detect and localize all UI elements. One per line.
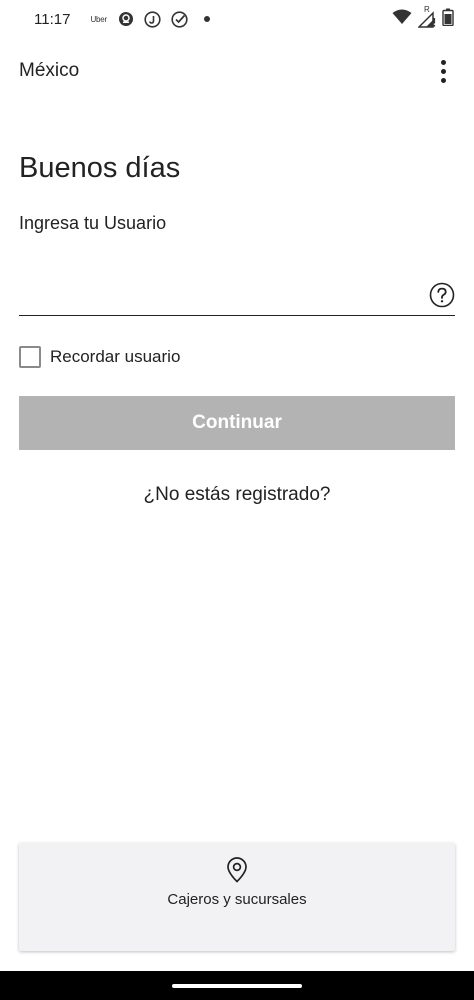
dot-icon bbox=[198, 10, 216, 28]
j-icon bbox=[144, 10, 162, 28]
atm-branches-label: Cajeros y sucursales bbox=[167, 891, 307, 908]
app-bar: México bbox=[0, 46, 474, 96]
signal-badge: R bbox=[424, 5, 430, 14]
user-input[interactable] bbox=[19, 270, 419, 314]
register-link[interactable]: ¿No estás registrado? bbox=[0, 484, 474, 506]
atm-branches-card[interactable]: Cajeros y sucursales bbox=[19, 843, 455, 951]
battery-icon bbox=[442, 8, 454, 31]
uber-label: Uber bbox=[90, 14, 107, 24]
signal-icon: R bbox=[417, 5, 436, 28]
user-field bbox=[19, 270, 455, 316]
remember-user-row[interactable]: Recordar usuario bbox=[19, 345, 180, 369]
help-circle-icon[interactable] bbox=[429, 282, 455, 308]
greeting-title: Buenos días bbox=[19, 152, 181, 184]
status-time: 11:17 bbox=[34, 10, 71, 28]
country-title[interactable]: México bbox=[19, 60, 79, 82]
more-vert-dot bbox=[440, 77, 446, 83]
remember-user-checkbox[interactable] bbox=[19, 346, 41, 368]
user-field-label: Ingresa tu Usuario bbox=[19, 213, 167, 233]
more-vert-dot bbox=[440, 68, 446, 74]
home-gesture-pill[interactable] bbox=[172, 983, 302, 988]
continue-button[interactable]: Continuar bbox=[19, 396, 455, 450]
check-circle-icon bbox=[171, 10, 189, 28]
more-vert-icon bbox=[440, 59, 446, 65]
location-pin-icon bbox=[227, 857, 247, 883]
more-options-button[interactable] bbox=[431, 51, 455, 91]
uber-eats-icon bbox=[117, 10, 135, 28]
login-screen: 11:17 Uber R México Buenos días Ingresa … bbox=[0, 0, 474, 1000]
navigation-bar bbox=[0, 971, 474, 1000]
remember-user-label[interactable]: Recordar usuario bbox=[50, 347, 180, 367]
status-bar: 11:17 Uber R bbox=[0, 0, 474, 38]
status-right: R bbox=[392, 5, 454, 31]
wifi-icon bbox=[392, 9, 412, 30]
